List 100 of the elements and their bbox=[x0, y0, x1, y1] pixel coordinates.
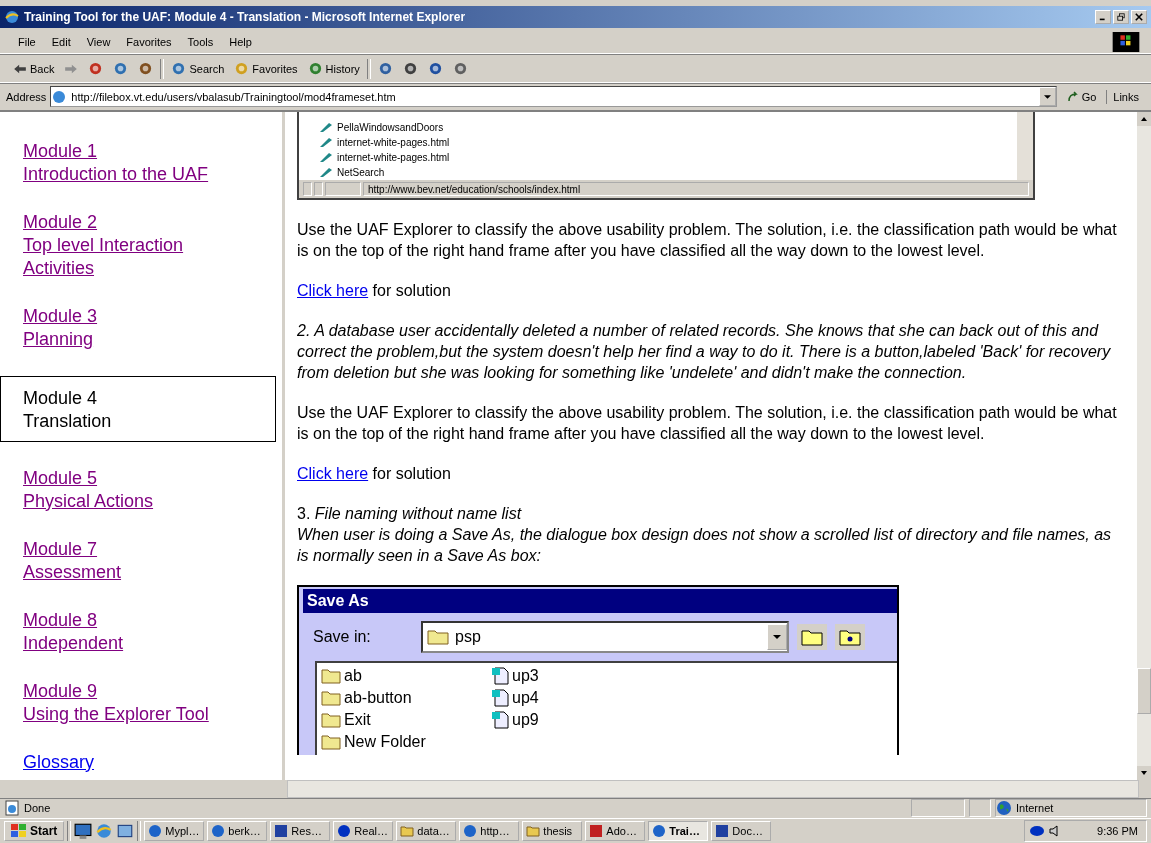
paragraph: Use the UAF Explorer to classify the above usability problem. The solution, i.e. the classification path would be what is on the top of the right hand frame after you have classified all the way down to the lowest level. bbox=[297, 219, 1118, 261]
file-name: up4 bbox=[512, 688, 539, 709]
windows-logo-icon bbox=[11, 824, 27, 839]
scroll-up-icon[interactable] bbox=[1137, 111, 1151, 126]
menu-item[interactable]: File bbox=[10, 33, 44, 50]
menu-item[interactable]: Edit bbox=[43, 33, 79, 50]
taskbar-button[interactable]: Doc… bbox=[711, 821, 772, 842]
list-item: internet-white-pages.html bbox=[337, 135, 450, 149]
file-name: ab-button bbox=[344, 688, 412, 709]
scrollbar bbox=[1017, 111, 1033, 180]
go-arrow-icon bbox=[1066, 90, 1079, 103]
nav-link[interactable]: Module 8 Independent bbox=[23, 608, 124, 655]
caret-icon bbox=[773, 634, 781, 639]
taskbar-button[interactable]: Res… bbox=[270, 821, 331, 842]
nav-link[interactable]: Module 1 Introduction to the UAF bbox=[23, 139, 209, 186]
close-button[interactable] bbox=[1131, 9, 1147, 24]
zone-text: Internet bbox=[1016, 802, 1054, 815]
folder-icon bbox=[321, 733, 341, 750]
paragraph: Use the UAF Explorer to classify the above usability problem. The solution, i.e. the classification path would be what is on the top of the right hand frame after you have classified all the way down to the lowest level. bbox=[297, 402, 1118, 444]
globe-icon bbox=[996, 800, 1012, 817]
status-text: Done bbox=[24, 802, 52, 815]
vertical-scrollbar[interactable] bbox=[1137, 111, 1151, 780]
nav-link[interactable]: Module 2 Top level Interaction Activities bbox=[23, 210, 184, 280]
document-icon bbox=[491, 666, 509, 685]
list-item: NetSearch bbox=[337, 165, 385, 179]
file-name: up9 bbox=[512, 710, 539, 731]
arrow-icon bbox=[13, 63, 27, 74]
document-icon bbox=[491, 710, 509, 729]
file-name: up3 bbox=[512, 666, 539, 687]
taskbar-button[interactable]: data… bbox=[396, 821, 457, 842]
minimize-button[interactable] bbox=[1095, 9, 1111, 24]
list-item: internet-white-pages.html bbox=[337, 150, 450, 164]
restore-button[interactable] bbox=[1113, 9, 1129, 24]
address-label: Address bbox=[6, 90, 47, 103]
taskbar-button[interactable]: http… bbox=[459, 821, 520, 842]
links-button[interactable]: Links bbox=[1106, 89, 1145, 104]
pen-icon bbox=[319, 121, 333, 134]
file-name: Exit bbox=[344, 710, 371, 731]
desktop-icon[interactable] bbox=[74, 822, 93, 841]
page-icon bbox=[51, 88, 68, 105]
favorites-button[interactable]: Favorites bbox=[231, 59, 301, 79]
solution-link[interactable]: Click here bbox=[297, 281, 369, 299]
address-field[interactable]: http://filebox.vt.edu/users/vbalasub/Trainingtool/mod4frameset.htm bbox=[50, 86, 1057, 108]
restore-icon bbox=[1117, 12, 1125, 21]
new-folder-icon bbox=[835, 623, 865, 650]
window-title: Training Tool for the UAF: Module 4 - Translation - Microsoft Internet Explorer bbox=[24, 9, 467, 24]
history-button[interactable]: History bbox=[304, 59, 363, 79]
windows-logo-icon bbox=[1111, 31, 1141, 52]
caret-icon bbox=[1043, 94, 1051, 99]
taskbar-button[interactable]: Real… bbox=[333, 821, 394, 842]
problem-text: 2. A database user accidentally deleted a number of related records. She knows that she can back out of this and correct the problem,but the system doesn't help her find a way to do it. There is a button,labeled 'Back' for recovery from deletion but she was looking for something like 'undelete' and didn't make the connection. bbox=[297, 320, 1112, 383]
menu-item[interactable]: View bbox=[78, 33, 119, 50]
folder-icon bbox=[321, 667, 341, 684]
taskbar-button[interactable]: berk… bbox=[207, 821, 268, 842]
scroll-thumb[interactable] bbox=[1137, 667, 1151, 714]
browser-icon bbox=[4, 8, 20, 25]
folder-icon bbox=[427, 628, 449, 646]
file-name: New Folder bbox=[344, 732, 426, 753]
folder-app-icon bbox=[526, 824, 541, 839]
folder-icon bbox=[321, 711, 341, 728]
taskbar-button[interactable]: Ado… bbox=[585, 821, 646, 842]
back-button[interactable]: Back bbox=[10, 60, 58, 77]
page-icon bbox=[4, 800, 20, 817]
folder-icon bbox=[321, 689, 341, 706]
nav-link[interactable]: Glossary bbox=[23, 750, 94, 774]
taskbar-button[interactable]: Mypl… bbox=[144, 821, 205, 842]
link-caption: for solution bbox=[371, 281, 451, 299]
taskbar-button[interactable]: Trai… bbox=[648, 821, 709, 842]
scroll-down-icon[interactable] bbox=[1137, 765, 1151, 780]
save-in-label: Save in: bbox=[313, 627, 372, 648]
document-icon bbox=[491, 688, 509, 707]
nav-link[interactable]: Module 7 Assessment bbox=[23, 537, 122, 584]
start-button[interactable]: Start bbox=[4, 821, 65, 842]
pen-icon bbox=[319, 151, 333, 164]
search-button[interactable]: Search bbox=[168, 59, 228, 79]
dropdown-button[interactable] bbox=[1038, 87, 1056, 107]
arrow-icon bbox=[64, 63, 79, 74]
menu-item[interactable]: Tools bbox=[179, 33, 222, 50]
menu-item[interactable]: Favorites bbox=[118, 33, 180, 50]
status-pane bbox=[303, 181, 312, 196]
link-caption: for solution bbox=[371, 464, 451, 482]
clock: 9:36 PM bbox=[1097, 825, 1138, 838]
status-url: http://www.bev.net/education/schools/index.html bbox=[363, 181, 1029, 196]
problem-text: 3. File naming without name list bbox=[297, 503, 523, 524]
nav-link[interactable]: Module 5 Physical Actions bbox=[23, 466, 154, 513]
close-icon bbox=[1135, 12, 1143, 21]
pen-icon bbox=[319, 136, 333, 149]
nav-link[interactable]: Module 4 Translation bbox=[0, 375, 276, 442]
folder-app-icon bbox=[400, 824, 415, 839]
dialog-title: Save As bbox=[303, 588, 897, 613]
solution-link[interactable]: Click here bbox=[297, 464, 369, 482]
menu-item[interactable]: Help bbox=[221, 33, 260, 50]
nav-link[interactable]: Module 3 Planning bbox=[23, 304, 98, 351]
up-folder-icon bbox=[797, 623, 827, 650]
file-name: ab bbox=[344, 666, 362, 687]
list-item: PellaWindowsandDoors bbox=[337, 120, 444, 134]
taskbar-button[interactable]: thesis bbox=[522, 821, 583, 842]
nav-link[interactable]: Module 9 Using the Explorer Tool bbox=[23, 679, 209, 726]
go-button[interactable]: Go bbox=[1060, 89, 1103, 104]
problem-text: When user is doing a Save As, the dialogue box design does not show a scrolled list of directory and file names, as is normally seen in a Save As box: bbox=[297, 524, 1113, 566]
